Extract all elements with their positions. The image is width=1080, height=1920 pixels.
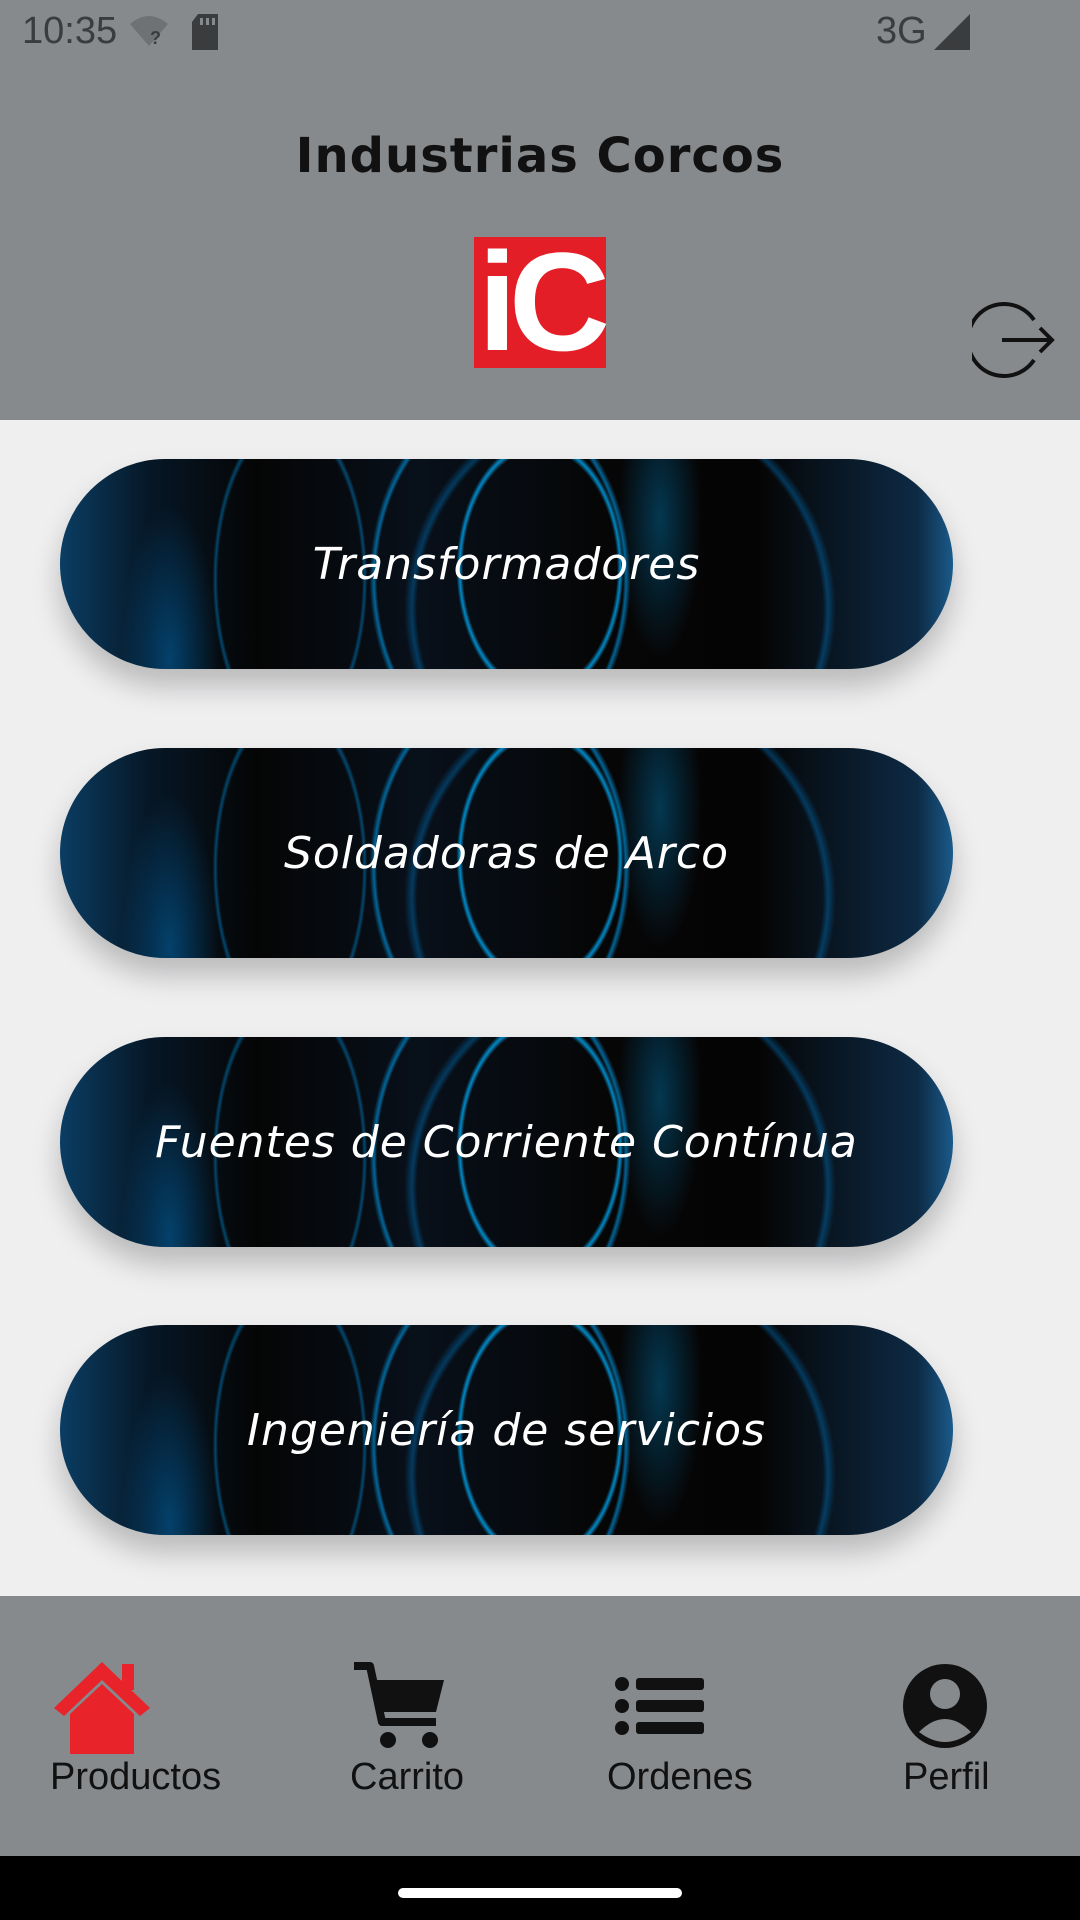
brand-logo: iC [474, 227, 610, 377]
nav-item-carrito[interactable]: Carrito [270, 1596, 540, 1856]
nav-item-perfil[interactable]: Perfil [810, 1596, 1080, 1856]
system-gesture-bar [0, 1856, 1080, 1920]
nav-item-ordenes[interactable]: Ordenes [540, 1596, 810, 1856]
logout-icon[interactable] [972, 296, 1056, 380]
user-icon [903, 1664, 987, 1748]
nav-label-ordenes: Ordenes [607, 1756, 753, 1798]
nav-item-productos[interactable]: Productos [0, 1596, 270, 1856]
category-card-fuentes[interactable]: Fuentes de Corriente Contínua [60, 1037, 953, 1247]
category-card-transformadores[interactable]: Transformadores [60, 459, 953, 669]
bottom-navigation: Productos Carrito Ordenes Perfil [0, 1596, 1080, 1856]
home-gesture-handle[interactable] [398, 1888, 682, 1898]
category-label: Soldadoras de Arco [283, 827, 730, 879]
category-label: Transformadores [312, 538, 701, 590]
category-card-soldadoras[interactable]: Soldadoras de Arco [60, 748, 953, 958]
nav-label-perfil: Perfil [903, 1756, 990, 1798]
category-label: Ingeniería de servicios [247, 1404, 766, 1456]
app-header: 10:35 ? 3G Industrias Corcos iC [0, 0, 1080, 420]
cart-icon [354, 1662, 444, 1748]
list-icon [615, 1677, 704, 1735]
logo-text: iC [478, 223, 610, 380]
category-label: Fuentes de Corriente Contínua [155, 1116, 858, 1168]
sd-card-icon [192, 14, 218, 50]
wifi-icon: ? [130, 16, 168, 48]
nav-label-productos: Productos [50, 1756, 222, 1798]
category-list: Transformadores Soldadoras de Arco Fuent… [0, 420, 1080, 1596]
signal-icon [934, 14, 970, 50]
category-card-ingenieria[interactable]: Ingeniería de servicios [60, 1325, 953, 1535]
nav-label-carrito: Carrito [350, 1756, 465, 1798]
home-icon [54, 1662, 150, 1754]
page-title: Industrias Corcos [295, 128, 785, 184]
status-bar: 10:35 ? 3G [0, 0, 1080, 64]
status-time: 10:35 [22, 10, 118, 52]
svg-text:?: ? [150, 28, 161, 48]
network-type: 3G [876, 10, 927, 52]
